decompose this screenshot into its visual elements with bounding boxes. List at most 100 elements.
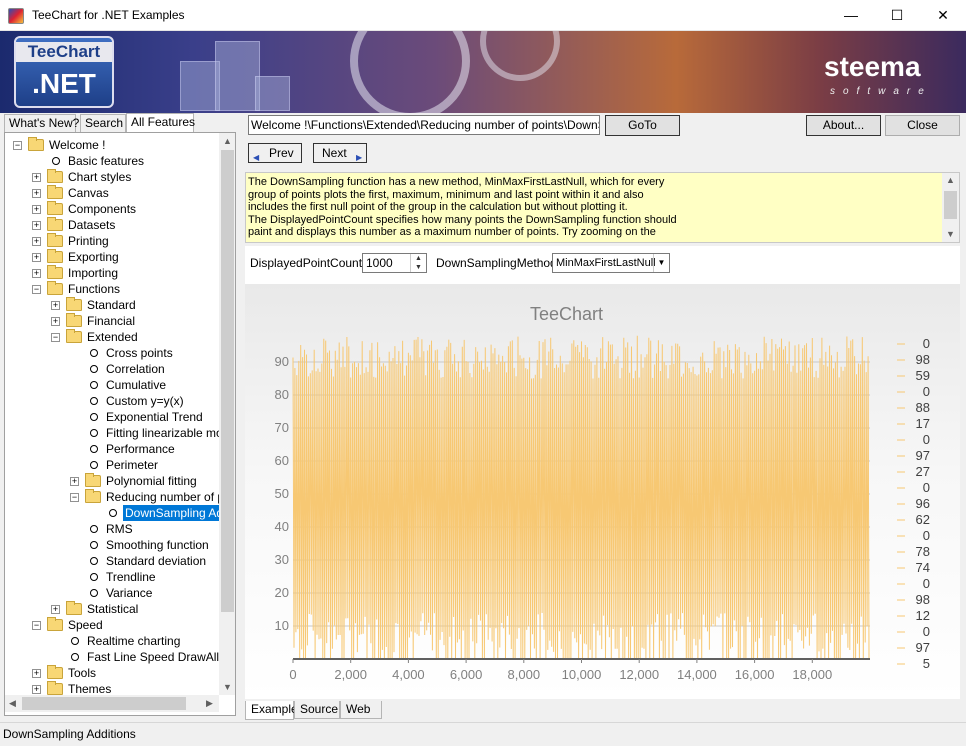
tree-item[interactable]: − Functions (5, 281, 219, 297)
tree-item[interactable]: + Statistical (5, 601, 219, 617)
goto-button[interactable]: GoTo (605, 115, 680, 136)
tree-item[interactable]: Custom y=y(x) (5, 393, 219, 409)
expand-icon[interactable]: + (51, 605, 60, 614)
tree-item-label[interactable]: Functions (66, 281, 122, 297)
tree-item-label[interactable]: Exponential Trend (104, 409, 205, 425)
tree-item-label[interactable]: Speed (66, 617, 105, 633)
tree-item-label[interactable]: Cross points (104, 345, 175, 361)
scroll-up-icon[interactable]: ▲ (223, 136, 232, 146)
tree-item[interactable]: + Importing (5, 265, 219, 281)
tree-item-label[interactable]: Custom y=y(x) (104, 393, 186, 409)
expand-icon[interactable]: + (32, 669, 41, 678)
tree-item[interactable]: Exponential Trend (5, 409, 219, 425)
close-button[interactable]: Close (885, 115, 960, 136)
tab-search[interactable]: Search (80, 114, 126, 133)
scroll-thumb[interactable] (944, 191, 957, 219)
tree-item[interactable]: + Themes (5, 681, 219, 695)
tree-item-label[interactable]: Extended (85, 329, 140, 345)
tab-web[interactable]: Web (340, 701, 382, 719)
scroll-thumb[interactable] (221, 150, 234, 612)
tree-item-label[interactable]: Themes (66, 681, 113, 695)
tree-item-label[interactable]: Financial (85, 313, 137, 329)
expand-icon[interactable]: + (32, 221, 41, 230)
scroll-right-icon[interactable]: ▶ (206, 698, 213, 709)
tree-item-label[interactable]: Trendline (104, 569, 158, 585)
tree-item-label[interactable]: Canvas (66, 185, 111, 201)
tree-item[interactable]: + Canvas (5, 185, 219, 201)
tree-item-label[interactable]: Basic features (66, 153, 146, 169)
tree-item-label[interactable]: Importing (66, 265, 120, 281)
tree-item-label[interactable]: Tools (66, 665, 98, 681)
close-window-button[interactable]: ✕ (920, 0, 966, 31)
tab-source[interactable]: Source (294, 701, 340, 719)
tree-item-label[interactable]: Realtime charting (85, 633, 182, 649)
scroll-left-icon[interactable]: ◀ (9, 698, 16, 709)
tree-item[interactable]: Fitting linearizable model (5, 425, 219, 441)
minimize-button[interactable]: — (828, 0, 874, 31)
tab-example[interactable]: Example (245, 701, 298, 720)
tree-item[interactable]: + Standard (5, 297, 219, 313)
tree-vertical-scrollbar[interactable]: ▲ ▼ (219, 133, 235, 695)
expand-icon[interactable]: + (32, 269, 41, 278)
tree-item-label[interactable]: DownSampling Additions (123, 505, 219, 521)
feature-tree[interactable]: − Welcome ! Basic features + Chart styles + Ca… (5, 133, 219, 695)
description-scrollbar[interactable]: ▲ ▼ (942, 173, 959, 242)
maximize-button[interactable]: ☐ (874, 0, 920, 31)
expand-icon[interactable]: + (32, 253, 41, 262)
tree-item[interactable]: Trendline (5, 569, 219, 585)
tree-item[interactable]: − Welcome ! (5, 137, 219, 153)
tree-item[interactable]: Cumulative (5, 377, 219, 393)
tree-item-label[interactable]: RMS (104, 521, 135, 537)
tree-item-label[interactable]: Printing (66, 233, 111, 249)
scroll-up-icon[interactable]: ▲ (946, 175, 955, 185)
tree-item-label[interactable]: Standard (85, 297, 138, 313)
tree-item[interactable]: − Reducing number of points (5, 489, 219, 505)
tree-item[interactable]: DownSampling Additions (5, 505, 219, 521)
tree-item-label[interactable]: Statistical (85, 601, 140, 617)
tree-item[interactable]: + Exporting (5, 249, 219, 265)
tree-item-label[interactable]: Cumulative (104, 377, 168, 393)
tree-item[interactable]: RMS (5, 521, 219, 537)
displayed-point-count-stepper[interactable]: 1000 ▲ ▼ (362, 253, 427, 273)
tree-item-label[interactable]: Fast Line Speed DrawAll (85, 649, 219, 665)
next-button[interactable]: Next ▶ (313, 143, 367, 163)
tree-item-label[interactable]: Reducing number of points (104, 489, 219, 505)
tree-item-label[interactable]: Datasets (66, 217, 117, 233)
scroll-thumb[interactable] (22, 697, 186, 710)
about-button[interactable]: About... (806, 115, 881, 136)
tree-item-label[interactable]: Performance (104, 441, 177, 457)
collapse-icon[interactable]: − (70, 493, 79, 502)
collapse-icon[interactable]: − (32, 285, 41, 294)
tree-horizontal-scrollbar[interactable]: ◀ ▶ (5, 695, 219, 712)
expand-icon[interactable]: + (32, 237, 41, 246)
scroll-down-icon[interactable]: ▼ (223, 682, 232, 692)
scroll-down-icon[interactable]: ▼ (946, 229, 955, 239)
tree-item[interactable]: Basic features (5, 153, 219, 169)
tree-item[interactable]: + Polynomial fitting (5, 473, 219, 489)
collapse-icon[interactable]: − (51, 333, 60, 342)
expand-icon[interactable]: + (70, 477, 79, 486)
tree-item[interactable]: + Financial (5, 313, 219, 329)
prev-button[interactable]: ◀ Prev (248, 143, 302, 163)
chevron-down-icon[interactable]: ▼ (653, 254, 669, 272)
tree-item-label[interactable]: Perimeter (104, 457, 160, 473)
tree-item[interactable]: + Tools (5, 665, 219, 681)
tree-item-label[interactable]: Exporting (66, 249, 121, 265)
tree-item-label[interactable]: Correlation (104, 361, 167, 377)
expand-icon[interactable]: + (51, 301, 60, 310)
chart-panel[interactable]: TeeChart 10 20 30 40 50 60 70 80 90 0 2,000 4,000 6,0… (245, 284, 960, 699)
tree-item[interactable]: Realtime charting (5, 633, 219, 649)
tab-all-features[interactable]: All Features (126, 113, 195, 133)
tree-item-label[interactable]: Standard deviation (104, 553, 208, 569)
tree-item[interactable]: Smoothing function (5, 537, 219, 553)
tree-item-label[interactable]: Fitting linearizable model (104, 425, 219, 441)
expand-icon[interactable]: + (51, 317, 60, 326)
tree-item-label[interactable]: Chart styles (66, 169, 133, 185)
tree-item-label[interactable]: Smoothing function (104, 537, 211, 553)
tab-whats-new[interactable]: What's New? (4, 114, 79, 133)
tree-item-label[interactable]: Welcome ! (47, 137, 107, 153)
tree-item[interactable]: + Datasets (5, 217, 219, 233)
tree-item[interactable]: Fast Line Speed DrawAll (5, 649, 219, 665)
collapse-icon[interactable]: − (13, 141, 22, 150)
expand-icon[interactable]: + (32, 685, 41, 694)
